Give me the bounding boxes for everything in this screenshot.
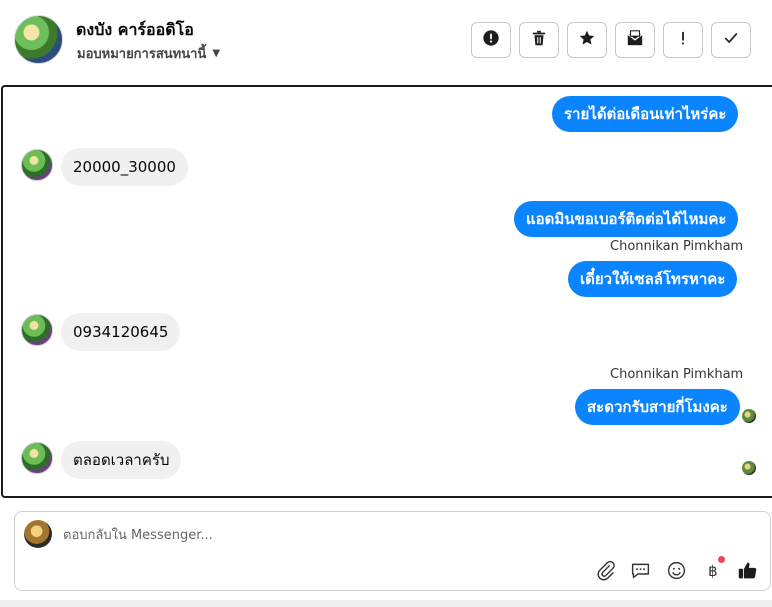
- mark-done-button[interactable]: [711, 22, 751, 58]
- trash-icon: [530, 29, 548, 51]
- sender-name: Chonnikan Pimkham: [610, 239, 744, 254]
- saved-reply-icon[interactable]: [628, 558, 652, 582]
- star-icon: [578, 29, 596, 51]
- reply-input[interactable]: [63, 524, 663, 546]
- message-bubble-incoming[interactable]: ตลอดเวลาครับ: [61, 441, 182, 479]
- star-button[interactable]: [567, 22, 607, 58]
- sender-name: Chonnikan Pimkham: [610, 367, 744, 382]
- contact-name[interactable]: ดงบัง คาร์ออดิโอ: [76, 18, 194, 43]
- seen-avatar-icon: [742, 409, 756, 423]
- assign-label: มอบหมายการสนทนานี้: [77, 47, 207, 62]
- assign-conversation-dropdown[interactable]: มอบหมายการสนทนานี้ ▼: [77, 43, 220, 64]
- chevron-down-icon: ▼: [212, 48, 221, 59]
- contact-avatar-small: [21, 442, 53, 474]
- contact-avatar[interactable]: [14, 15, 63, 64]
- mark-unread-button[interactable]: [615, 22, 655, 58]
- svg-text:฿: ฿: [708, 561, 717, 579]
- alert-circle-icon: [482, 29, 500, 51]
- message-bubble-outgoing[interactable]: สะดวกรับสายกี่โมงคะ: [575, 389, 740, 425]
- contact-avatar-small: [21, 149, 53, 181]
- reply-composer: ฿: [14, 511, 771, 591]
- conversation-thread[interactable]: รายได้ต่อเดือนเท่าไหร่คะ 20000_30000 แอด…: [1, 85, 772, 498]
- check-icon: [722, 29, 740, 51]
- message-bubble-outgoing[interactable]: รายได้ต่อเดือนเท่าไหร่คะ: [552, 96, 739, 132]
- seen-avatar-icon: [742, 461, 756, 475]
- message-bubble-outgoing[interactable]: เดี๋ยวให้เซลล์โทรหาคะ: [568, 261, 738, 297]
- page-avatar: [24, 520, 52, 548]
- bottom-edge: [0, 600, 772, 607]
- message-bubble-incoming[interactable]: 0934120645: [61, 313, 181, 351]
- message-bubble-incoming[interactable]: 20000_30000: [61, 148, 188, 186]
- contact-avatar-small: [21, 314, 53, 346]
- emoji-icon[interactable]: [664, 558, 688, 582]
- conversation-header: ดงบัง คาร์ออดิโอ มอบหมายการสนทนานี้ ▼: [0, 0, 772, 84]
- mark-unread-mail-icon: [626, 29, 644, 51]
- exclamation-icon: [674, 29, 692, 51]
- report-spam-button[interactable]: [471, 22, 511, 58]
- thumbs-up-icon[interactable]: [735, 558, 759, 582]
- attachment-icon[interactable]: [593, 558, 617, 582]
- message-bubble-outgoing[interactable]: แอดมินขอเบอร์ติดต่อได้ไหมคะ: [514, 201, 739, 237]
- flag-button[interactable]: [663, 22, 703, 58]
- notification-dot: [718, 556, 725, 563]
- delete-button[interactable]: [519, 22, 559, 58]
